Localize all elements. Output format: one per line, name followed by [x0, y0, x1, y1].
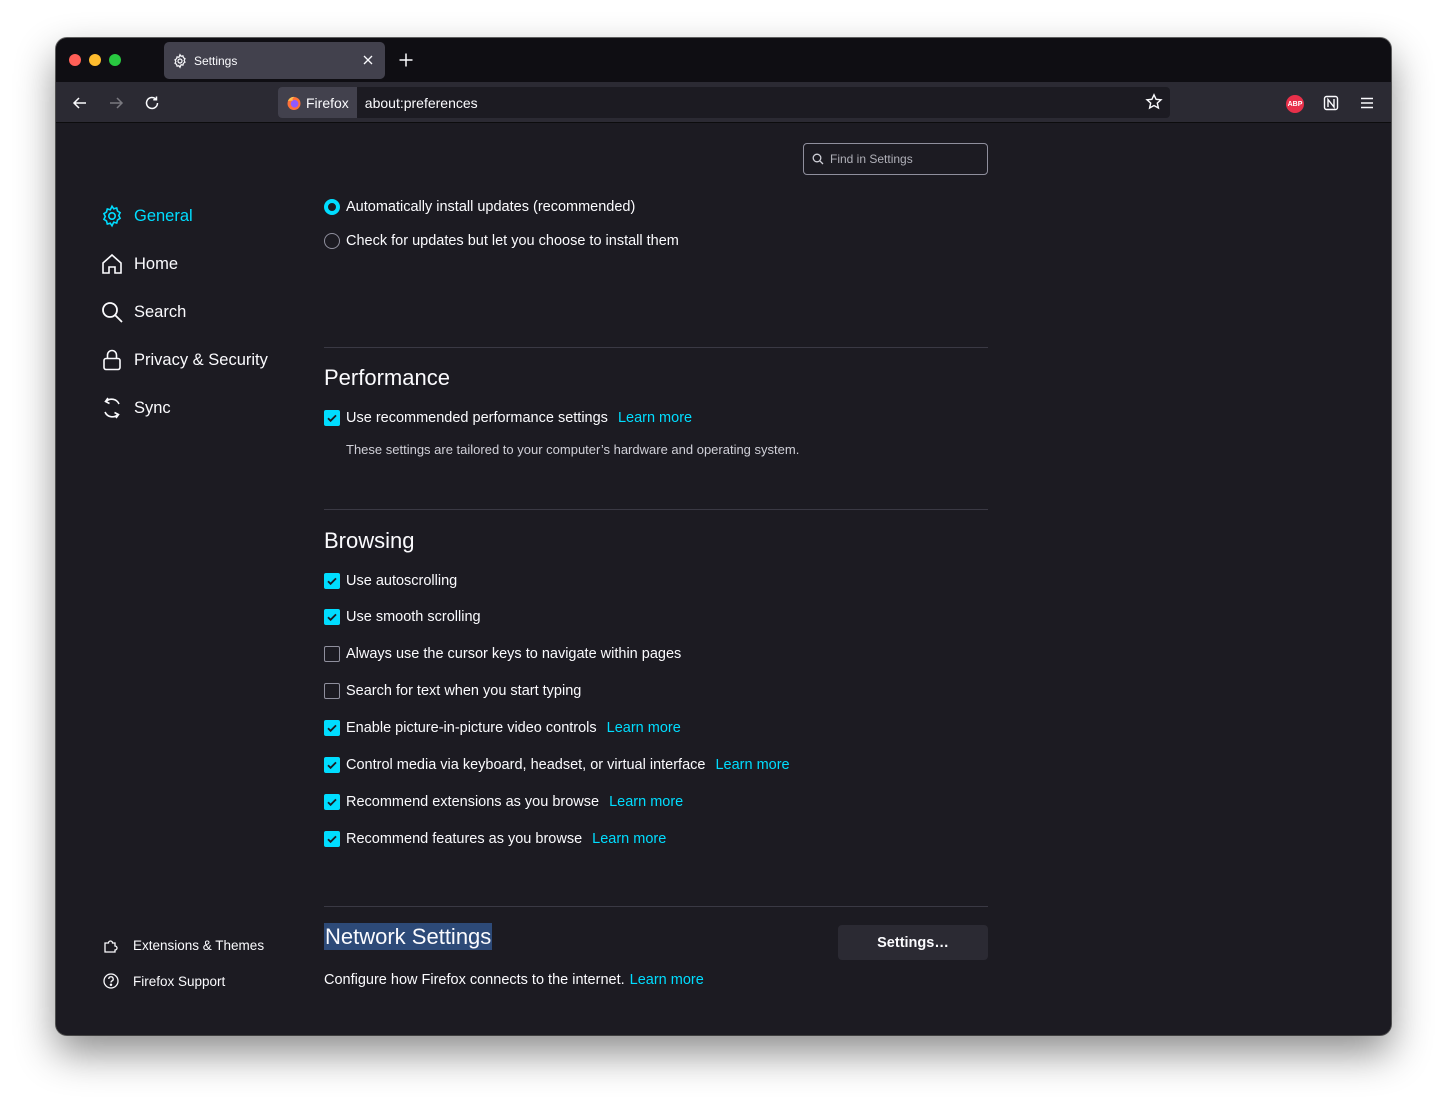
network-settings-button[interactable]: Settings…: [838, 925, 988, 960]
sidebar-item-privacy[interactable]: Privacy & Security: [100, 348, 268, 372]
radio-button[interactable]: [324, 233, 340, 249]
checkbox-label: Always use the cursor keys to navigate w…: [346, 646, 682, 662]
notion-icon[interactable]: [1322, 94, 1340, 112]
checkbox-search-typing[interactable]: Search for text when you start typing: [324, 683, 581, 699]
close-window-button[interactable]: [69, 54, 81, 66]
firefox-support-label: Firefox Support: [133, 973, 226, 989]
checkbox-label: Recommend extensions as you browse: [346, 794, 600, 810]
extensions-themes-link[interactable]: Extensions & Themes: [102, 936, 264, 954]
performance-description: These settings are tailored to your comp…: [346, 442, 800, 457]
lock-icon: [100, 348, 124, 372]
sidebar-item-label: Sync: [134, 398, 171, 417]
checkbox-label: Search for text when you start typing: [346, 683, 582, 699]
minimize-window-button[interactable]: [89, 54, 101, 66]
learn-more-link[interactable]: Learn more: [715, 757, 789, 773]
checkbox-label: Control media via keyboard, headset, or …: [346, 757, 706, 773]
section-divider: [324, 906, 988, 907]
browsing-heading: Browsing: [324, 528, 415, 553]
checkbox-cursor-keys[interactable]: Always use the cursor keys to navigate w…: [324, 646, 681, 662]
puzzle-icon: [102, 936, 120, 954]
performance-heading: Performance: [324, 365, 450, 390]
search-input[interactable]: [830, 152, 980, 166]
checkbox-smooth-scrolling[interactable]: Use smooth scrolling: [324, 609, 481, 625]
radio-button[interactable]: [324, 199, 340, 215]
nav-bar: Firefox about:preferences ABP: [56, 82, 1391, 123]
radio-label: Check for updates but let you choose to …: [346, 233, 679, 249]
checkbox-label: Enable picture-in-picture video controls: [346, 720, 597, 736]
radio-label: Automatically install updates (recommend…: [346, 199, 636, 215]
identity-label: Firefox: [306, 94, 349, 111]
sidebar-item-label: General: [134, 206, 193, 225]
sidebar-item-label: Privacy & Security: [134, 350, 268, 369]
sidebar-item-label: Home: [134, 254, 179, 273]
url-bar[interactable]: Firefox about:preferences: [278, 87, 1170, 118]
checkbox-label: Recommend features as you browse: [346, 831, 583, 847]
checkbox-picture-in-picture[interactable]: Enable picture-in-picture video controls…: [324, 720, 681, 736]
tab-strip: Settings: [56, 38, 1391, 82]
firefox-logo-icon: [286, 95, 302, 111]
checkbox-checked[interactable]: [324, 573, 340, 589]
identity-box[interactable]: Firefox: [278, 87, 357, 118]
hamburger-menu-icon[interactable]: [1358, 94, 1376, 112]
network-description: Configure how Firefox connects to the in…: [324, 972, 625, 988]
sidebar-item-home[interactable]: Home: [100, 252, 178, 276]
checkbox-media-control[interactable]: Control media via keyboard, headset, or …: [324, 757, 790, 773]
forward-icon[interactable]: [107, 94, 125, 112]
url-text[interactable]: about:preferences: [365, 95, 478, 111]
sidebar-item-sync[interactable]: Sync: [100, 396, 171, 420]
checkbox-recommend-features[interactable]: Recommend features as you browse Learn m…: [324, 831, 666, 847]
browser-window: Settings Firefox about:preferences ABP F…: [56, 38, 1391, 1035]
tab-title: Settings: [194, 53, 238, 68]
network-heading-text: Network Settings: [324, 923, 493, 950]
sidebar-item-general[interactable]: General: [100, 204, 193, 228]
gear-icon: [100, 204, 124, 228]
checkbox-checked[interactable]: [324, 831, 340, 847]
checkbox-label: Use autoscrolling: [346, 573, 458, 589]
close-tab-icon[interactable]: [361, 53, 375, 67]
checkbox-autoscrolling[interactable]: Use autoscrolling: [324, 573, 457, 589]
back-icon[interactable]: [71, 94, 89, 112]
learn-more-link[interactable]: Learn more: [609, 794, 683, 810]
checkbox-checked[interactable]: [324, 410, 340, 426]
section-divider: [324, 347, 988, 348]
search-icon: [812, 153, 824, 165]
sync-icon: [100, 396, 124, 420]
checkbox-unchecked[interactable]: [324, 683, 340, 699]
checkbox-checked[interactable]: [324, 794, 340, 810]
network-description-row: Configure how Firefox connects to the in…: [324, 972, 704, 988]
learn-more-link[interactable]: Learn more: [618, 410, 692, 426]
help-icon: [102, 972, 120, 990]
new-tab-icon[interactable]: [398, 52, 414, 68]
checkbox-label: Use recommended performance settings: [346, 410, 608, 426]
find-in-settings[interactable]: [803, 143, 988, 175]
radio-check-only[interactable]: Check for updates but let you choose to …: [324, 233, 679, 249]
zoom-window-button[interactable]: [109, 54, 121, 66]
firefox-support-link[interactable]: Firefox Support: [102, 972, 225, 990]
checkbox-checked[interactable]: [324, 609, 340, 625]
section-divider: [324, 509, 988, 510]
checkbox-unchecked[interactable]: [324, 646, 340, 662]
checkbox-recommend-extensions[interactable]: Recommend extensions as you browse Learn…: [324, 794, 683, 810]
extensions-themes-label: Extensions & Themes: [133, 937, 265, 953]
sidebar-item-label: Search: [134, 302, 187, 321]
checkbox-checked[interactable]: [324, 757, 340, 773]
learn-more-link[interactable]: Learn more: [607, 720, 681, 736]
network-heading: Network Settings: [324, 923, 493, 950]
learn-more-link[interactable]: Learn more: [630, 972, 704, 988]
sidebar-item-search[interactable]: Search: [100, 300, 186, 324]
search-icon: [100, 300, 124, 324]
checkbox-label: Use smooth scrolling: [346, 609, 481, 625]
tab-settings[interactable]: Settings: [164, 42, 385, 79]
bookmark-star-icon[interactable]: [1145, 93, 1163, 111]
checkbox-checked[interactable]: [324, 720, 340, 736]
radio-auto-install[interactable]: Automatically install updates (recommend…: [324, 199, 635, 215]
checkbox-recommended-performance[interactable]: Use recommended performance settings Lea…: [324, 410, 692, 426]
reload-icon[interactable]: [143, 94, 161, 112]
home-icon: [100, 252, 124, 276]
settings-page: General Home Search Privacy & Security S…: [56, 123, 1391, 1035]
learn-more-link[interactable]: Learn more: [592, 831, 666, 847]
adblock-plus-icon[interactable]: ABP: [1286, 95, 1304, 113]
gear-icon: [172, 52, 188, 69]
